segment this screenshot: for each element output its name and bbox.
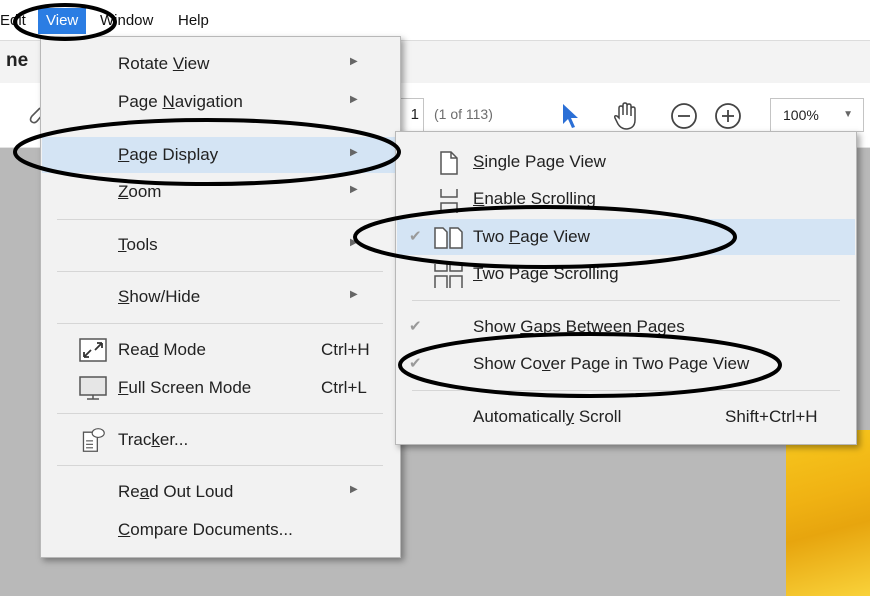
submenu-item-two-page-view[interactable]: ✔ Two Page View	[397, 219, 855, 255]
menu-item-label: Tracker...	[118, 430, 189, 449]
document-page	[786, 430, 870, 596]
submenu-item-two-page-scrolling[interactable]: Two Page Scrolling	[397, 256, 855, 292]
hand-icon[interactable]	[610, 100, 642, 132]
menu-item-read-out-loud[interactable]: Read Out Loud ▶	[42, 474, 399, 510]
two-page-icon	[434, 227, 463, 249]
menu-item-rotate-view[interactable]: Rotate View ▶	[42, 46, 399, 82]
menu-divider	[57, 465, 383, 466]
zoom-in-icon[interactable]	[714, 102, 742, 130]
menu-divider	[57, 323, 383, 324]
menu-divider	[57, 271, 383, 272]
page-display-submenu: Single Page View Enable Scrolling ✔ Two …	[395, 131, 857, 445]
tracker-icon	[82, 428, 105, 452]
shortcut-label: Ctrl+H	[321, 340, 370, 359]
zoom-out-icon[interactable]	[670, 102, 698, 130]
submenu-arrow-icon: ▶	[350, 289, 358, 300]
submenu-item-label: Show Cover Page in Two Page View	[473, 354, 750, 373]
submenu-arrow-icon: ▶	[350, 184, 358, 195]
menu-item-show-hide[interactable]: Show/Hide ▶	[42, 279, 399, 315]
submenu-item-enable-scrolling[interactable]: Enable Scrolling	[397, 181, 855, 217]
shortcut-label: Ctrl+L	[321, 378, 367, 397]
zoom-select[interactable]: 100% ▼	[770, 98, 864, 132]
submenu-item-label: Enable Scrolling	[473, 189, 596, 208]
chevron-down-icon: ▼	[843, 109, 853, 120]
submenu-arrow-icon: ▶	[350, 237, 358, 248]
menu-item-read-mode[interactable]: Read Mode Ctrl+H	[42, 332, 399, 368]
menu-bar: Edit View Window Help	[0, 0, 870, 40]
page-count: (1 of 113)	[434, 106, 493, 122]
view-menu: Rotate View ▶ Page Navigation ▶ Page Dis…	[40, 36, 401, 558]
submenu-item-single-page-view[interactable]: Single Page View	[397, 144, 855, 180]
menu-item-tools[interactable]: Tools ▶	[42, 227, 399, 263]
menu-edit[interactable]: Edit	[0, 8, 30, 34]
submenu-arrow-icon: ▶	[350, 484, 358, 495]
checkmark-icon: ✔	[409, 318, 422, 335]
menu-item-label: Page Navigation	[118, 92, 243, 111]
menu-item-label: Read Mode	[118, 340, 206, 359]
submenu-item-label: Automatically Scroll	[473, 407, 622, 426]
read-mode-icon	[79, 338, 107, 362]
menu-divider	[412, 390, 840, 391]
single-page-icon	[440, 151, 458, 175]
shortcut-label: Shift+Ctrl+H	[725, 407, 818, 426]
submenu-item-show-gaps-between-pages[interactable]: ✔ Show Gaps Between Pages	[397, 309, 855, 345]
full-screen-icon	[79, 376, 107, 400]
menu-view[interactable]: View	[38, 8, 87, 34]
menu-item-label: Page Display	[118, 145, 219, 164]
menu-item-label: Compare Documents...	[118, 520, 293, 539]
menu-item-label: Zoom	[118, 182, 162, 201]
enable-scrolling-icon	[440, 189, 458, 213]
document-tab-title[interactable]: ne	[6, 50, 28, 72]
menu-item-label: Full Screen Mode	[118, 378, 252, 397]
menu-item-label: Rotate View	[118, 54, 210, 73]
zoom-value: 100%	[783, 107, 819, 123]
menu-window[interactable]: Window	[96, 8, 157, 34]
menu-item-label: Tools	[118, 235, 158, 254]
cursor-icon[interactable]	[560, 102, 582, 130]
submenu-item-automatically-scroll[interactable]: Automatically Scroll Shift+Ctrl+H	[397, 399, 855, 435]
two-page-scrolling-icon	[434, 264, 463, 288]
menu-item-page-navigation[interactable]: Page Navigation ▶	[42, 84, 399, 120]
menu-divider	[412, 300, 840, 301]
menu-item-compare-documents[interactable]: Compare Documents...	[42, 512, 399, 548]
menu-item-page-display[interactable]: Page Display ▶	[42, 137, 399, 173]
submenu-item-show-cover-page[interactable]: ✔ Show Cover Page in Two Page View	[397, 346, 855, 382]
menu-item-zoom[interactable]: Zoom ▶	[42, 174, 399, 210]
checkmark-icon: ✔	[409, 228, 422, 245]
submenu-arrow-icon: ▶	[350, 56, 358, 67]
submenu-item-label: Two Page View	[473, 227, 590, 246]
submenu-item-label: Single Page View	[473, 152, 606, 171]
menu-item-label: Show/Hide	[118, 287, 201, 306]
menu-item-full-screen-mode[interactable]: Full Screen Mode Ctrl+L	[42, 370, 399, 406]
submenu-item-label: Show Gaps Between Pages	[473, 317, 685, 336]
menu-help[interactable]: Help	[174, 8, 213, 34]
submenu-arrow-icon: ▶	[350, 147, 358, 158]
menu-item-label: Read Out Loud	[118, 482, 234, 501]
menu-divider	[57, 219, 383, 220]
submenu-item-label: Two Page Scrolling	[473, 264, 619, 283]
checkmark-icon: ✔	[409, 355, 422, 372]
menu-item-tracker[interactable]: Tracker...	[42, 422, 399, 458]
menu-divider	[57, 413, 383, 414]
submenu-arrow-icon: ▶	[350, 94, 358, 105]
